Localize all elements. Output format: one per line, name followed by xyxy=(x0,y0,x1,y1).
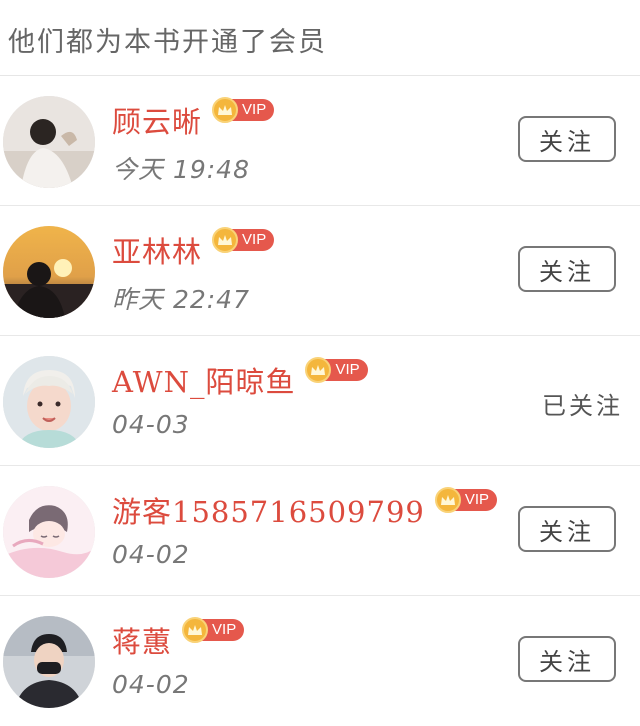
vip-badge: VIP xyxy=(305,357,368,383)
vip-badge: VIP xyxy=(182,617,245,643)
join-time: 04-02 xyxy=(112,540,190,569)
followed-status[interactable]: 已关注 xyxy=(542,386,623,421)
avatar[interactable] xyxy=(3,486,95,578)
join-time: 今天 19:48 xyxy=(112,155,250,184)
name-line: 亚林林 VIP xyxy=(112,227,275,272)
follow-button[interactable]: 关注 xyxy=(518,116,616,162)
name-line: 顾云晰 VIP xyxy=(112,97,275,142)
join-time: 04-03 xyxy=(112,410,190,439)
avatar[interactable] xyxy=(3,226,95,318)
member-row[interactable]: 顾云晰 VIP 今天 19:48 关注 xyxy=(0,76,640,206)
member-row[interactable]: AWN_陌晾鱼 VIP 04-03 已关注 xyxy=(0,336,640,466)
member-row[interactable]: 蒋蕙 VIP 04-02 关注 xyxy=(0,596,640,726)
name-line: AWN_陌晾鱼 VIP xyxy=(112,357,368,402)
avatar[interactable] xyxy=(3,356,95,448)
name-line: 游客1585716509799 VIP xyxy=(112,487,498,532)
crown-icon xyxy=(212,97,239,123)
crown-icon xyxy=(434,487,461,513)
follow-button[interactable]: 关注 xyxy=(518,506,616,552)
name-line: 蒋蕙 VIP xyxy=(112,617,245,662)
join-time: 昨天 22:47 xyxy=(112,285,250,314)
crown-icon xyxy=(182,617,209,643)
member-name[interactable]: AWN_陌晾鱼 xyxy=(112,359,295,401)
avatar[interactable] xyxy=(3,96,95,188)
member-row[interactable]: 游客1585716509799 VIP 04-02 关注 xyxy=(0,466,640,596)
vip-badge: VIP xyxy=(212,97,275,123)
vip-badge: VIP xyxy=(212,227,275,253)
vip-badge: VIP xyxy=(434,487,498,513)
member-row[interactable]: 亚林林 VIP 昨天 22:47 关注 xyxy=(0,206,640,336)
page-header: 他们都为本书开通了会员 xyxy=(0,0,640,76)
join-time: 04-02 xyxy=(112,670,190,699)
crown-icon xyxy=(212,227,239,253)
member-name[interactable]: 游客1585716509799 xyxy=(112,489,425,531)
avatar[interactable] xyxy=(3,616,95,708)
member-name[interactable]: 顾云晰 xyxy=(112,99,202,141)
follow-button[interactable]: 关注 xyxy=(518,246,616,292)
page-title: 他们都为本书开通了会员 xyxy=(8,27,327,58)
follow-button[interactable]: 关注 xyxy=(518,636,616,682)
member-name[interactable]: 蒋蕙 xyxy=(112,619,172,661)
member-name[interactable]: 亚林林 xyxy=(112,229,202,271)
